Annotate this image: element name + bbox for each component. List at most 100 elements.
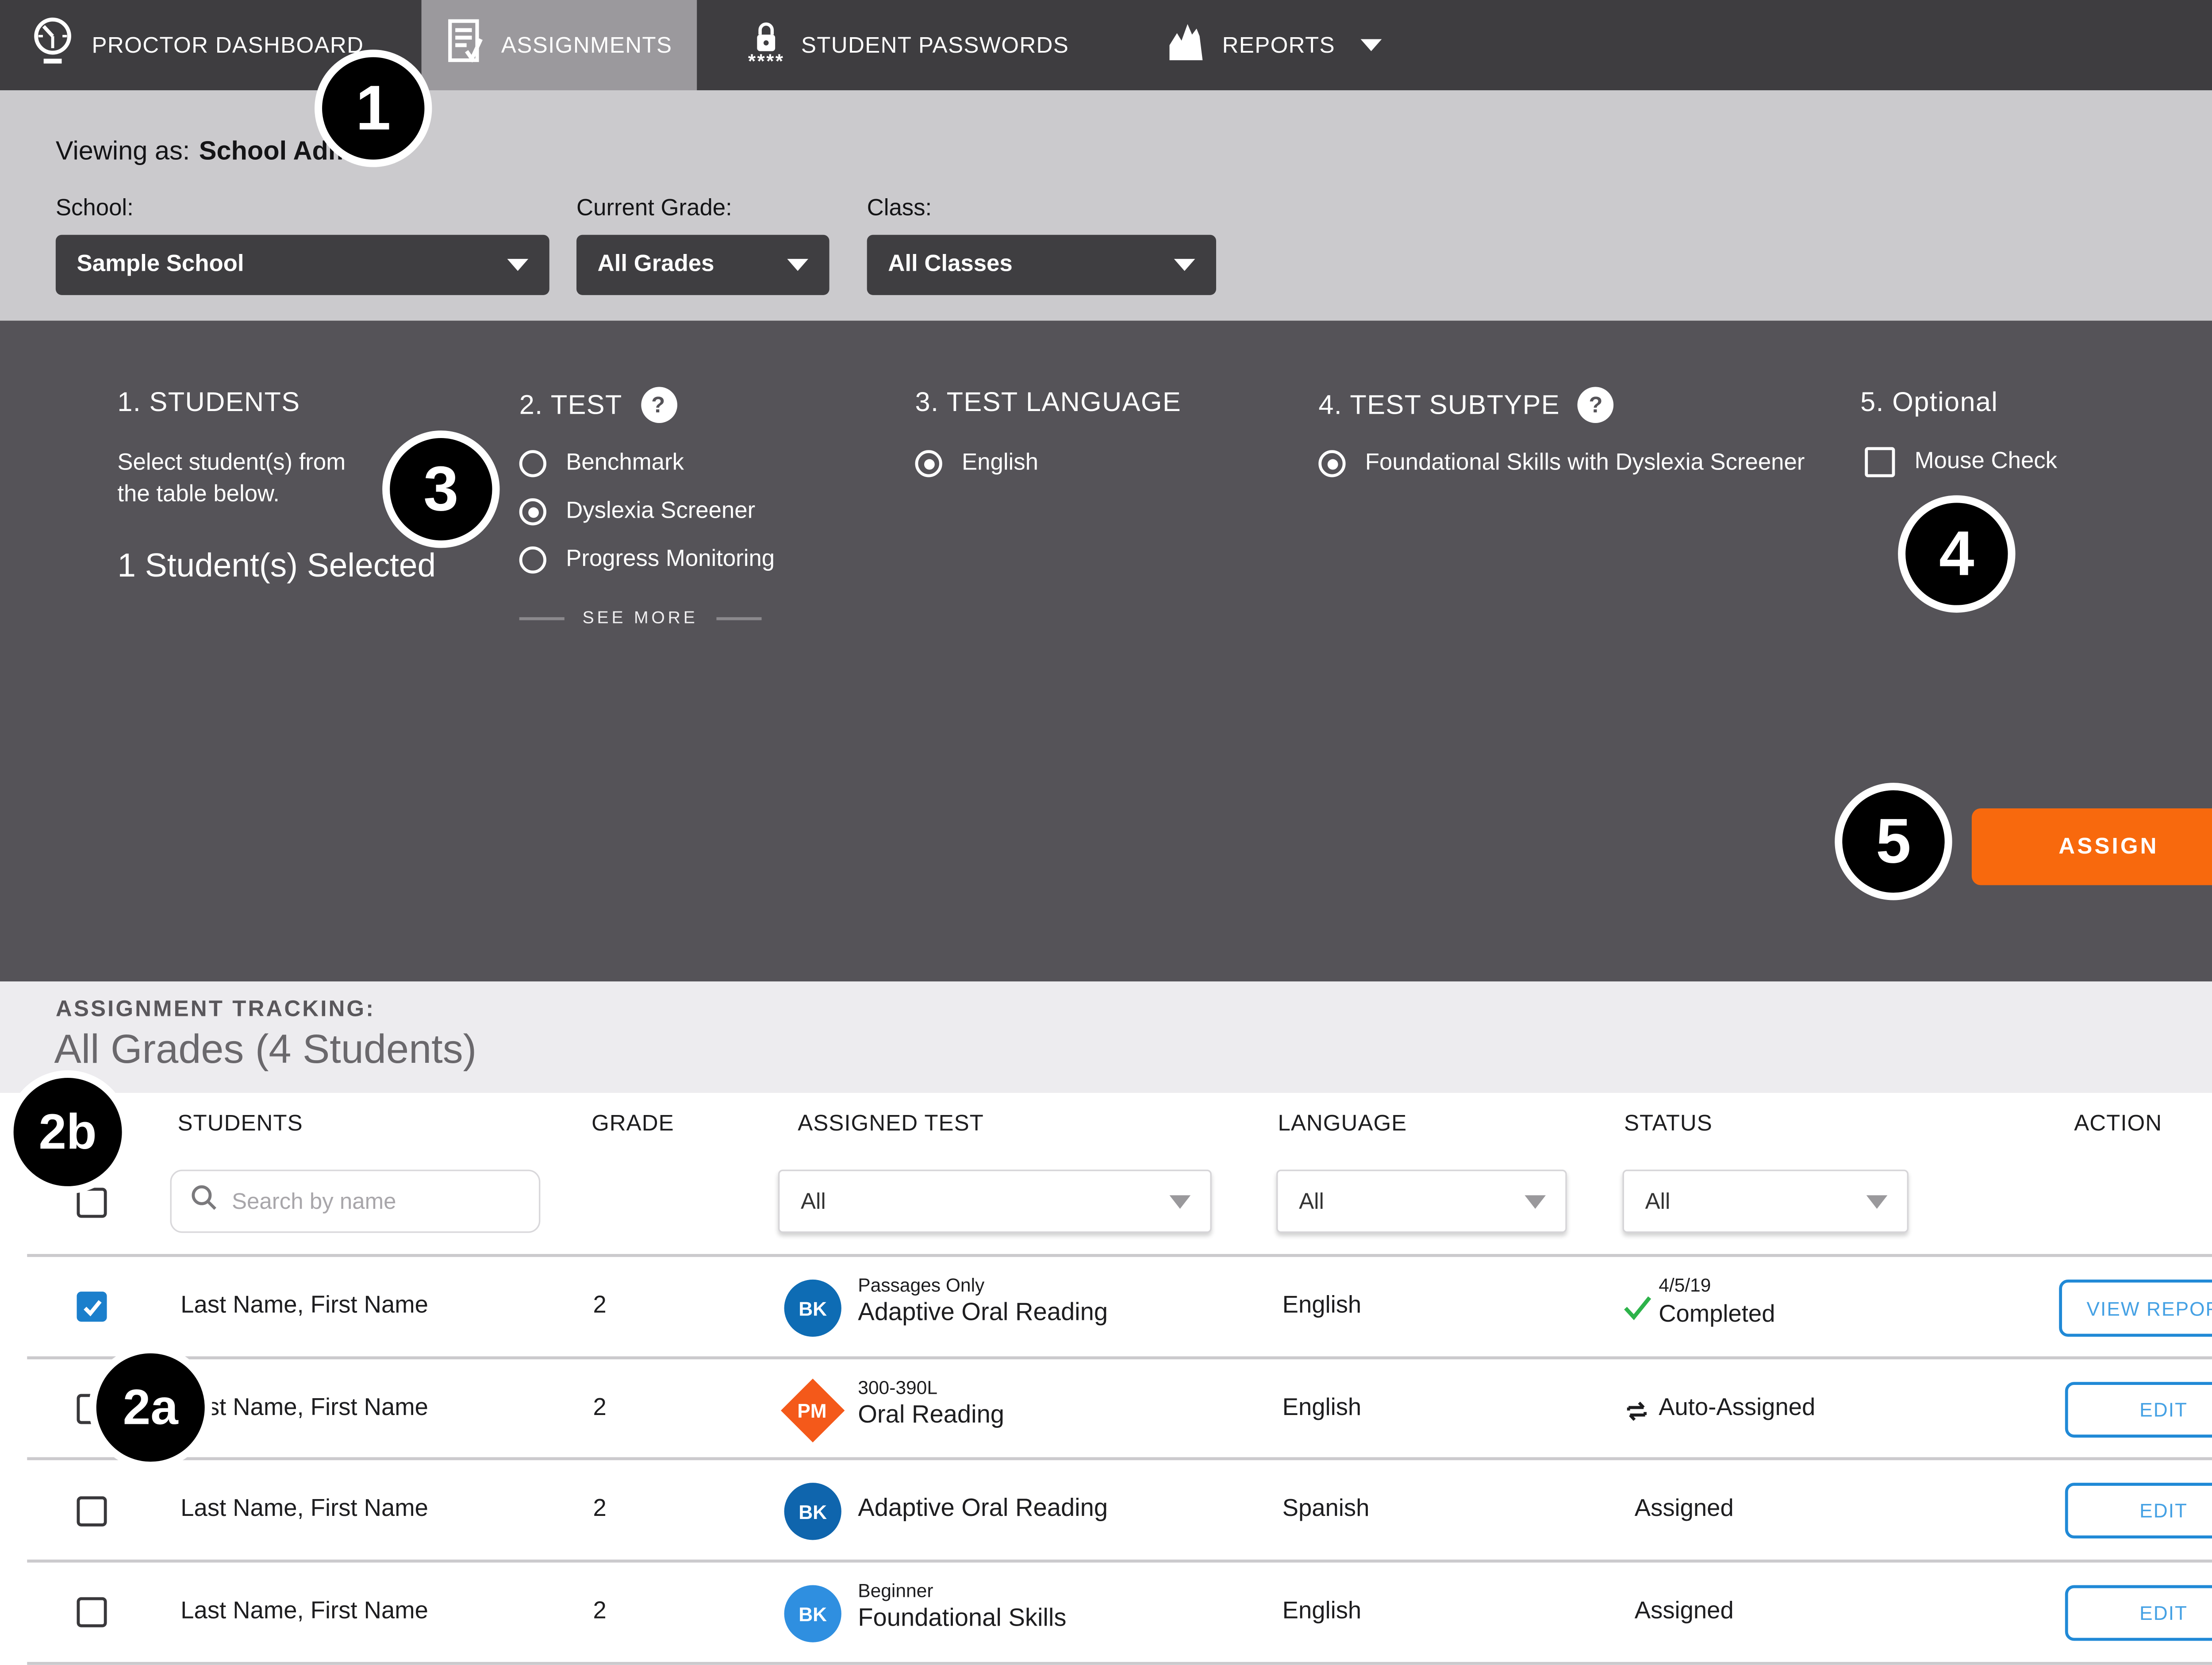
assignment-icon [445, 18, 484, 72]
col-status: STATUS [1624, 1111, 1713, 1137]
assignments-page: PROCTOR DASHBOARD ASSIGNMENTS [0, 0, 2212, 1665]
nav-assignments[interactable]: ASSIGNMENTS [422, 0, 696, 90]
nav-proctor-dashboard[interactable]: PROCTOR DASHBOARD [30, 0, 364, 90]
class-label: Class: [867, 196, 932, 223]
table-row: Last Name, First Name 2 PM 300-390L Oral… [0, 1359, 2212, 1460]
edit-button[interactable]: EDIT [2065, 1585, 2212, 1641]
nav-student-passwords[interactable]: **** STUDENT PASSWORDS [748, 0, 1069, 90]
assigned-test-cell: Beginner Foundational Skills [858, 1580, 1066, 1633]
annotation-step-2a: 2a [89, 1346, 212, 1469]
radio-icon [519, 546, 546, 573]
nav-student-passwords-label: STUDENT PASSWORDS [801, 32, 1069, 58]
school-select-value: Sample School [77, 251, 244, 278]
assigned-test-cell: Adaptive Oral Reading [858, 1495, 1108, 1523]
select-caret-icon [1525, 1195, 1546, 1208]
assigned-test-cell: Passages Only Adaptive Oral Reading [858, 1275, 1108, 1328]
row-divider [27, 1662, 2212, 1665]
radio-benchmark[interactable]: Benchmark [519, 450, 775, 477]
class-select[interactable]: All Classes [867, 235, 1216, 295]
grade-select[interactable]: All Grades [576, 235, 830, 295]
nav-reports[interactable]: REPORTS [1167, 0, 1382, 90]
student-search [170, 1170, 540, 1233]
test-badge-bk: BK [784, 1585, 841, 1642]
table-row: Last Name, First Name 2 BK Beginner Foun… [0, 1562, 2212, 1665]
grade-label: Current Grade: [576, 196, 732, 223]
school-label: School: [56, 196, 134, 223]
viewing-as-prefix: Viewing as: [56, 135, 190, 167]
col-action: ACTION [2074, 1111, 2162, 1137]
nav-assignments-label: ASSIGNMENTS [501, 32, 672, 58]
row-divider [27, 1560, 2212, 1563]
mouse-check-option[interactable]: Mouse Check [1865, 447, 2057, 477]
table-row: Last Name, First Name 2 BK Passages Only… [0, 1257, 2212, 1359]
school-select-caret-icon [507, 259, 529, 271]
search-input[interactable] [232, 1188, 521, 1214]
student-grade: 2 [593, 1396, 606, 1423]
test-filter-select[interactable]: All [778, 1170, 1212, 1233]
row-checkbox[interactable] [77, 1597, 107, 1627]
assignment-table: STUDENTS GRADE ASSIGNED TEST LANGUAGE ST… [0, 1093, 2212, 1665]
assign-button[interactable]: ASSIGN [1972, 808, 2212, 885]
language-filter-select[interactable]: All [1276, 1170, 1567, 1233]
test-options: Benchmark Dyslexia Screener Progress Mon… [519, 450, 775, 595]
nav-reports-label: REPORTS [1222, 32, 1335, 58]
select-caret-icon [1170, 1195, 1191, 1208]
col-language: LANGUAGE [1278, 1111, 1407, 1137]
col-assigned-test: ASSIGNED TEST [798, 1111, 984, 1137]
status-filter-select[interactable]: All [1623, 1170, 1909, 1233]
gauge-icon [30, 16, 75, 73]
student-grade: 2 [593, 1496, 606, 1523]
radio-english[interactable]: English [915, 450, 1038, 477]
see-more-link[interactable]: SEE MORE [519, 610, 761, 628]
grade-select-value: All Grades [598, 251, 714, 278]
radio-foundational-skills[interactable]: Foundational Skills with Dyslexia Screen… [1318, 450, 1805, 477]
edit-button[interactable]: EDIT [2065, 1483, 2212, 1538]
language-cell: English [1283, 1396, 1362, 1423]
view-report-button[interactable]: VIEW REPORT [2059, 1280, 2212, 1337]
radio-progress-monitoring[interactable]: Progress Monitoring [519, 546, 775, 573]
step4-title: 4. TEST SUBTYPE ? [1318, 387, 1614, 423]
password-stars: **** [748, 50, 785, 70]
see-more-rule [519, 617, 565, 620]
test-badge-pm: PM [781, 1379, 845, 1442]
row-divider [27, 1457, 2212, 1460]
step5-title: 5. Optional [1860, 387, 1998, 418]
search-icon [190, 1183, 219, 1219]
status-text: Assigned [1635, 1599, 1734, 1626]
row-checkbox[interactable] [77, 1496, 107, 1527]
mouse-check-checkbox[interactable] [1865, 447, 1895, 477]
table-row: Last Name, First Name 2 BK Adaptive Oral… [0, 1460, 2212, 1562]
status-text: Completed [1659, 1302, 1775, 1329]
radio-selected-icon [519, 498, 546, 525]
student-name: Last Name, First Name [180, 1599, 428, 1626]
lock-icon: **** [748, 20, 785, 70]
subtype-help-icon[interactable]: ? [1578, 387, 1614, 423]
step1-title: 1. STUDENTS [117, 387, 300, 418]
student-name: Last Name, First Name [180, 1293, 428, 1320]
annotation-step-4: 4 [1898, 495, 2015, 612]
language-cell: Spanish [1283, 1496, 1370, 1523]
student-name: Last Name, First Name [180, 1396, 428, 1423]
language-cell: English [1283, 1599, 1362, 1626]
class-select-value: All Classes [888, 251, 1012, 278]
annotation-step-2b: 2b [6, 1070, 130, 1194]
step2-title: 2. TEST ? [519, 387, 677, 423]
annotation-step-5: 5 [1835, 783, 1952, 900]
row-divider [27, 1254, 2212, 1257]
radio-selected-icon [915, 450, 942, 477]
test-help-icon[interactable]: ? [641, 387, 677, 423]
annotation-step-1: 1 [315, 50, 432, 167]
test-badge-bk: BK [784, 1483, 841, 1540]
test-badge-bk: BK [784, 1280, 841, 1337]
radio-selected-icon [1318, 450, 1345, 477]
reports-caret-icon [1361, 39, 1382, 51]
row-checkbox-checked[interactable] [77, 1292, 107, 1322]
tracking-heading: ASSIGNMENT TRACKING: [56, 996, 375, 1022]
school-select[interactable]: Sample School [56, 235, 549, 295]
radio-dyslexia-screener[interactable]: Dyslexia Screener [519, 498, 775, 525]
grade-select-caret-icon [787, 259, 808, 271]
language-cell: English [1283, 1293, 1362, 1320]
edit-button[interactable]: EDIT [2065, 1382, 2212, 1438]
student-grade: 2 [593, 1599, 606, 1626]
col-grade: GRADE [591, 1111, 674, 1137]
